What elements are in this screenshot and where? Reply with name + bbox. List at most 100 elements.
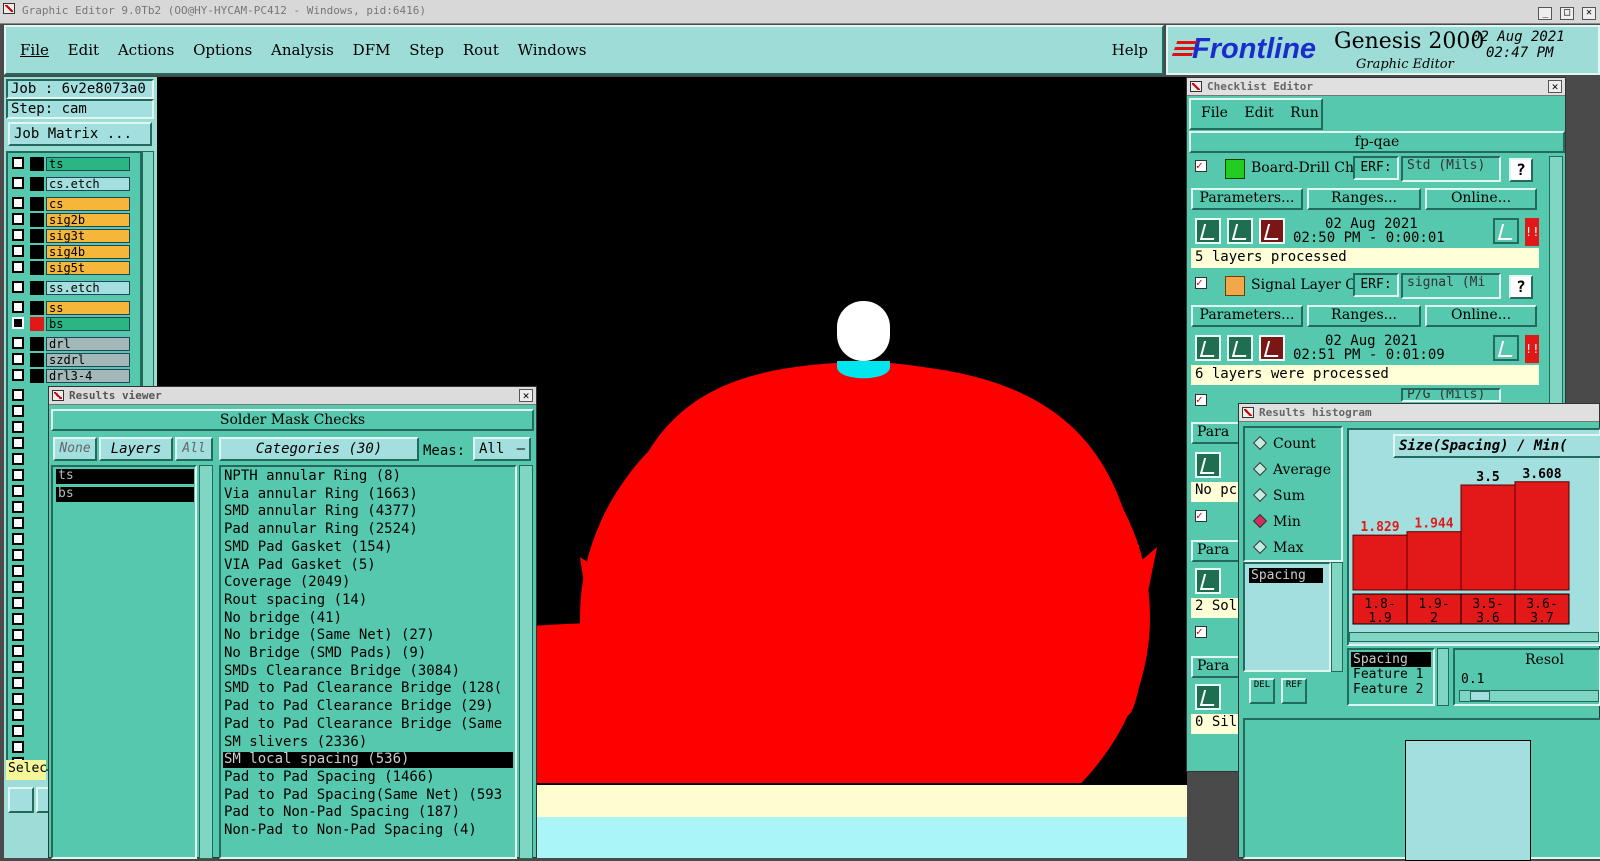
mode-max[interactable]: Max	[1252, 539, 1304, 556]
help-button[interactable]: ?	[1509, 158, 1533, 182]
layer-checkbox[interactable]	[12, 581, 24, 593]
category-item[interactable]: No bridge (Same Net) (27)	[223, 628, 513, 644]
layer-checkbox[interactable]	[12, 453, 24, 465]
layer-checkbox[interactable]	[12, 337, 24, 349]
layer-item-sig5t[interactable]: sig5t	[46, 261, 130, 275]
check-enabled-icon[interactable]: ✓	[1195, 160, 1207, 172]
layer-results-scrollbar[interactable]	[199, 465, 213, 859]
maximize-icon[interactable]: □	[1560, 7, 1575, 20]
parameters-button-partial[interactable]: Para	[1191, 540, 1241, 562]
histogram-bar[interactable]	[1514, 481, 1570, 591]
erf-value-3[interactable]: P/G (Mils)	[1401, 388, 1501, 402]
category-item[interactable]: Pad to Pad Clearance Bridge (29)	[223, 699, 513, 715]
attribute-spacing[interactable]: Spacing	[1249, 568, 1323, 583]
layer-checkbox[interactable]	[12, 421, 24, 433]
layer-item-ss[interactable]: ss	[46, 301, 130, 315]
attr-feature-1[interactable]: Feature 1	[1349, 667, 1433, 682]
erf-value[interactable]: Std (Mils)	[1401, 156, 1501, 182]
category-item[interactable]: SMD to Pad Clearance Bridge (128(	[223, 681, 513, 697]
mode-min[interactable]: Min	[1252, 513, 1301, 530]
del-button[interactable]: DEL	[1249, 678, 1275, 704]
layer-checkbox[interactable]	[12, 353, 24, 365]
layer-item-bs[interactable]: bs	[46, 317, 130, 331]
histogram-bar[interactable]	[1406, 531, 1462, 591]
layer-item-cs.etch[interactable]: cs.etch	[46, 177, 130, 191]
all-button[interactable]: All	[175, 437, 213, 461]
menu-file[interactable]: File	[20, 41, 49, 59]
histogram-bar[interactable]	[1460, 484, 1516, 591]
layer-checkbox[interactable]	[12, 613, 24, 625]
category-item[interactable]: SM local spacing (536)	[223, 752, 513, 769]
layer-checkbox[interactable]	[12, 405, 24, 417]
layer-checkbox[interactable]	[12, 741, 24, 753]
check-enabled-icon[interactable]: ✓	[1195, 277, 1207, 289]
categories-button[interactable]: Categories (30)	[219, 437, 419, 461]
run-icon[interactable]	[1195, 335, 1221, 361]
histogram-bar[interactable]	[1352, 534, 1408, 591]
layer-checkbox[interactable]	[12, 661, 24, 673]
category-item[interactable]: Pad to Pad Spacing (1466)	[223, 769, 513, 786]
mode-count[interactable]: Count	[1252, 435, 1316, 452]
run-icon[interactable]	[1195, 568, 1221, 594]
layer-checkbox[interactable]	[12, 469, 24, 481]
meas-dropdown[interactable]: All ‒	[473, 437, 531, 461]
parameters-button[interactable]: Parameters...	[1191, 188, 1303, 210]
slider-thumb[interactable]	[1470, 691, 1490, 701]
category-scrollbar[interactable]	[519, 465, 533, 859]
category-item[interactable]: SMDs Clearance Bridge (3084)	[223, 663, 513, 680]
result-layer-ts[interactable]: ts	[56, 469, 194, 484]
layer-item-sig2b[interactable]: sig2b	[46, 213, 130, 227]
menu-step[interactable]: Step	[409, 41, 444, 59]
layer-checkbox[interactable]	[12, 301, 24, 313]
layer-item-cs[interactable]: cs	[46, 197, 130, 211]
run-icon[interactable]	[1195, 452, 1221, 478]
category-item[interactable]: NPTH annular Ring (8)	[223, 469, 513, 485]
layer-item-drl3-4[interactable]: drl3-4	[46, 369, 130, 383]
menu-dfm[interactable]: DFM	[353, 41, 391, 59]
layer-checkbox[interactable]	[12, 709, 24, 721]
online-button[interactable]: Online...	[1425, 305, 1537, 327]
category-item[interactable]: Non-Pad to Non-Pad Spacing (4)	[223, 823, 513, 839]
parameters-button-partial[interactable]: Para	[1191, 422, 1241, 444]
category-item[interactable]: Pad to Pad Spacing(Same Net) (593	[223, 787, 513, 804]
layer-checkbox[interactable]	[12, 245, 24, 257]
category-item[interactable]: No bridge (41)	[223, 610, 513, 627]
erf-value[interactable]: signal (Mi	[1401, 273, 1501, 299]
close-icon[interactable]: ✕	[1582, 7, 1596, 20]
layer-checkbox[interactable]	[12, 437, 24, 449]
check-enabled-icon[interactable]: ✓	[1195, 510, 1207, 522]
online-button[interactable]: Online...	[1425, 188, 1537, 210]
close-icon[interactable]: ✕	[519, 389, 533, 402]
layer-checkbox[interactable]	[12, 369, 24, 381]
check-enabled-icon[interactable]: ✓	[1195, 394, 1207, 406]
checklist-menu-edit[interactable]: Edit	[1244, 105, 1273, 121]
layer-checkbox[interactable]	[12, 597, 24, 609]
help-button[interactable]: ?	[1509, 275, 1533, 299]
layer-checkbox[interactable]	[12, 229, 24, 241]
layer-checkbox[interactable]	[12, 501, 24, 513]
layer-item-ss.etch[interactable]: ss.etch	[46, 281, 130, 295]
layer-checkbox[interactable]	[12, 549, 24, 561]
layer-checkbox[interactable]	[12, 197, 24, 209]
category-item[interactable]: Pad to Pad Clearance Bridge (Same	[223, 716, 513, 733]
layer-item-sig4b[interactable]: sig4b	[46, 245, 130, 259]
layer-item-sig3t[interactable]: sig3t	[46, 229, 130, 243]
zoom-results-icon[interactable]	[1493, 335, 1519, 361]
histogram-scrollbar[interactable]	[1349, 632, 1599, 642]
layer-checkbox[interactable]	[12, 317, 24, 329]
category-item[interactable]: Pad to Non-Pad Spacing (187)	[223, 805, 513, 821]
menu-edit[interactable]: Edit	[68, 41, 99, 59]
ranges-button[interactable]: Ranges...	[1307, 188, 1421, 210]
menu-actions[interactable]: Actions	[118, 41, 174, 59]
none-button[interactable]: None	[53, 437, 97, 461]
layer-checkbox[interactable]	[12, 485, 24, 497]
layer-checkbox[interactable]	[12, 629, 24, 641]
layer-item-szdrl[interactable]: szdrl	[46, 353, 130, 367]
attrs-scrollbar[interactable]	[1437, 648, 1449, 706]
tool-button-1[interactable]	[8, 787, 34, 813]
category-item[interactable]: SM slivers (2336)	[223, 734, 513, 751]
ranges-button[interactable]: Ranges...	[1307, 305, 1421, 327]
mode-average[interactable]: Average	[1252, 461, 1331, 478]
category-item[interactable]: No Bridge (SMD Pads) (9)	[223, 646, 513, 662]
category-item[interactable]: SMD annular Ring (4377)	[223, 504, 513, 520]
